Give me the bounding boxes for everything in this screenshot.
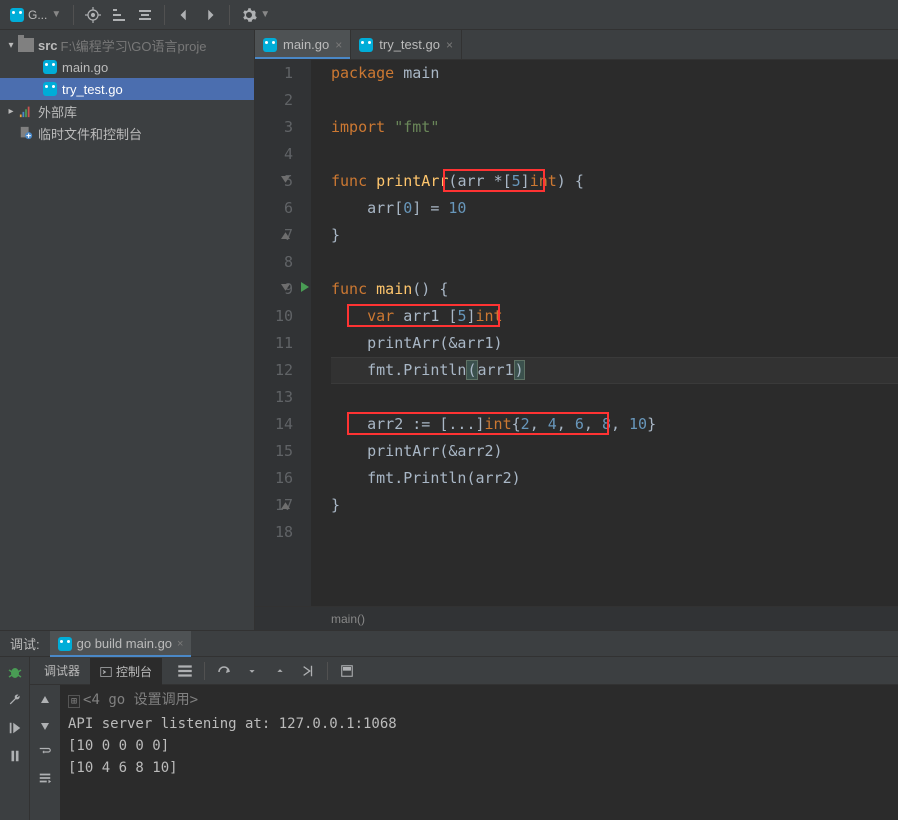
root-path: F:\编程学习\GO语言proje: [61, 36, 207, 55]
tree-root[interactable]: ▾ src F:\编程学习\GO语言proje: [0, 34, 254, 56]
tree-scratches[interactable]: 临时文件和控制台: [0, 122, 254, 144]
project-tool-window: ▾ src F:\编程学习\GO语言proje main.go try_test…: [0, 30, 255, 630]
tree-file-main[interactable]: main.go: [0, 56, 254, 78]
structure-icon[interactable]: [108, 4, 130, 26]
step-into-icon[interactable]: [243, 662, 261, 680]
breadcrumb-text: main(): [331, 612, 365, 626]
gopher-icon: [263, 38, 277, 52]
gopher-icon: [359, 38, 373, 52]
console-line: [10 4 6 8 10]: [68, 757, 890, 779]
console-icon: [100, 666, 112, 678]
scroll-to-end-icon[interactable]: [34, 767, 56, 789]
step-out-icon[interactable]: [271, 662, 289, 680]
tab-label: 调试器: [44, 662, 80, 679]
file-label: try_test.go: [62, 82, 123, 97]
tab-label: try_test.go: [379, 37, 440, 52]
up-arrow-icon[interactable]: [34, 689, 56, 711]
gopher-icon: [42, 59, 58, 75]
soft-wrap-icon[interactable]: [34, 741, 56, 763]
tab-label: main.go: [283, 37, 329, 52]
code-content[interactable]: package mainimport "fmt"func printArr(ar…: [311, 60, 898, 606]
debug-header: 调试: go build main.go ×: [0, 631, 898, 657]
evaluate-icon[interactable]: [338, 662, 356, 680]
editor-tabs: main.go × try_test.go ×: [255, 30, 898, 60]
chevron-down-icon: ▼: [51, 9, 61, 20]
tree-external-libs[interactable]: ▸ 外部库: [0, 100, 254, 122]
separator: [229, 5, 230, 25]
close-icon[interactable]: ×: [335, 38, 342, 52]
separator: [164, 5, 165, 25]
console-area: ⊞<4 go 设置调用> API server listening at: 12…: [30, 685, 898, 820]
tab-debugger[interactable]: 调试器: [34, 657, 90, 684]
debug-config-tab[interactable]: go build main.go ×: [50, 631, 192, 656]
close-icon[interactable]: ×: [177, 638, 183, 650]
debug-body: 调试器 控制台: [0, 657, 898, 820]
gopher-icon: [58, 637, 72, 651]
tab-label: 控制台: [116, 663, 152, 680]
chevron-right-icon[interactable]: ▸: [4, 104, 18, 118]
library-icon: [18, 103, 34, 119]
run-config-selector[interactable]: G... ▼: [6, 8, 65, 22]
debug-title: 调试:: [0, 634, 50, 653]
pause-icon[interactable]: [4, 745, 26, 767]
bug-icon[interactable]: [4, 661, 26, 683]
run-to-cursor-icon[interactable]: [299, 662, 317, 680]
scratches-label: 临时文件和控制台: [38, 124, 142, 143]
gopher-icon: [42, 81, 58, 97]
debug-step-toolbar: [176, 662, 356, 680]
console-left-toolbar: [30, 685, 60, 820]
project-tree[interactable]: ▾ src F:\编程学习\GO语言proje main.go try_test…: [0, 30, 254, 144]
external-libs-label: 外部库: [38, 102, 77, 121]
folder-icon: [18, 38, 34, 52]
main-toolbar: G... ▼ ▼: [0, 0, 898, 30]
chevron-down-icon[interactable]: ▾: [4, 38, 18, 52]
resume-icon[interactable]: [4, 717, 26, 739]
down-arrow-icon[interactable]: [34, 715, 56, 737]
forward-icon[interactable]: [199, 4, 221, 26]
chevron-down-icon[interactable]: ▼: [260, 9, 270, 20]
debug-config-label: go build main.go: [77, 636, 172, 651]
console-frame: ⊞<4 go 设置调用>: [68, 689, 890, 713]
wrench-icon[interactable]: [4, 689, 26, 711]
tree-file-trytest[interactable]: try_test.go: [0, 78, 254, 100]
gear-icon[interactable]: [238, 4, 260, 26]
separator: [73, 5, 74, 25]
separator: [327, 662, 328, 680]
back-icon[interactable]: [173, 4, 195, 26]
code-editor[interactable]: 123456789101112131415161718 package main…: [255, 60, 898, 606]
separator: [204, 662, 205, 680]
editor-area: main.go × try_test.go × 1234567891011121…: [255, 30, 898, 630]
debug-inner-tabs: 调试器 控制台: [30, 657, 898, 685]
threads-icon[interactable]: [176, 662, 194, 680]
align-icon[interactable]: [134, 4, 156, 26]
console-line: API server listening at: 127.0.0.1:1068: [68, 713, 890, 735]
target-icon[interactable]: [82, 4, 104, 26]
line-number-gutter[interactable]: 123456789101112131415161718: [255, 60, 311, 606]
tab-main-go[interactable]: main.go ×: [255, 30, 351, 59]
console-output[interactable]: ⊞<4 go 设置调用> API server listening at: 12…: [60, 685, 898, 820]
breadcrumb-bar[interactable]: main(): [255, 606, 898, 630]
run-config-label: G...: [28, 8, 47, 22]
gopher-icon: [10, 8, 24, 22]
debug-tool-window: 调试: go build main.go × 调试器: [0, 630, 898, 820]
console-line: [10 0 0 0 0]: [68, 735, 890, 757]
debug-right: 调试器 控制台: [30, 657, 898, 820]
step-over-icon[interactable]: [215, 662, 233, 680]
scratch-icon: [18, 125, 34, 141]
root-name: src: [38, 38, 58, 53]
tab-console[interactable]: 控制台: [90, 658, 162, 685]
file-label: main.go: [62, 60, 108, 75]
debug-left-toolbar: [0, 657, 30, 820]
tab-try-test-go[interactable]: try_test.go ×: [351, 30, 462, 59]
close-icon[interactable]: ×: [446, 38, 453, 52]
main-split: ▾ src F:\编程学习\GO语言proje main.go try_test…: [0, 30, 898, 630]
